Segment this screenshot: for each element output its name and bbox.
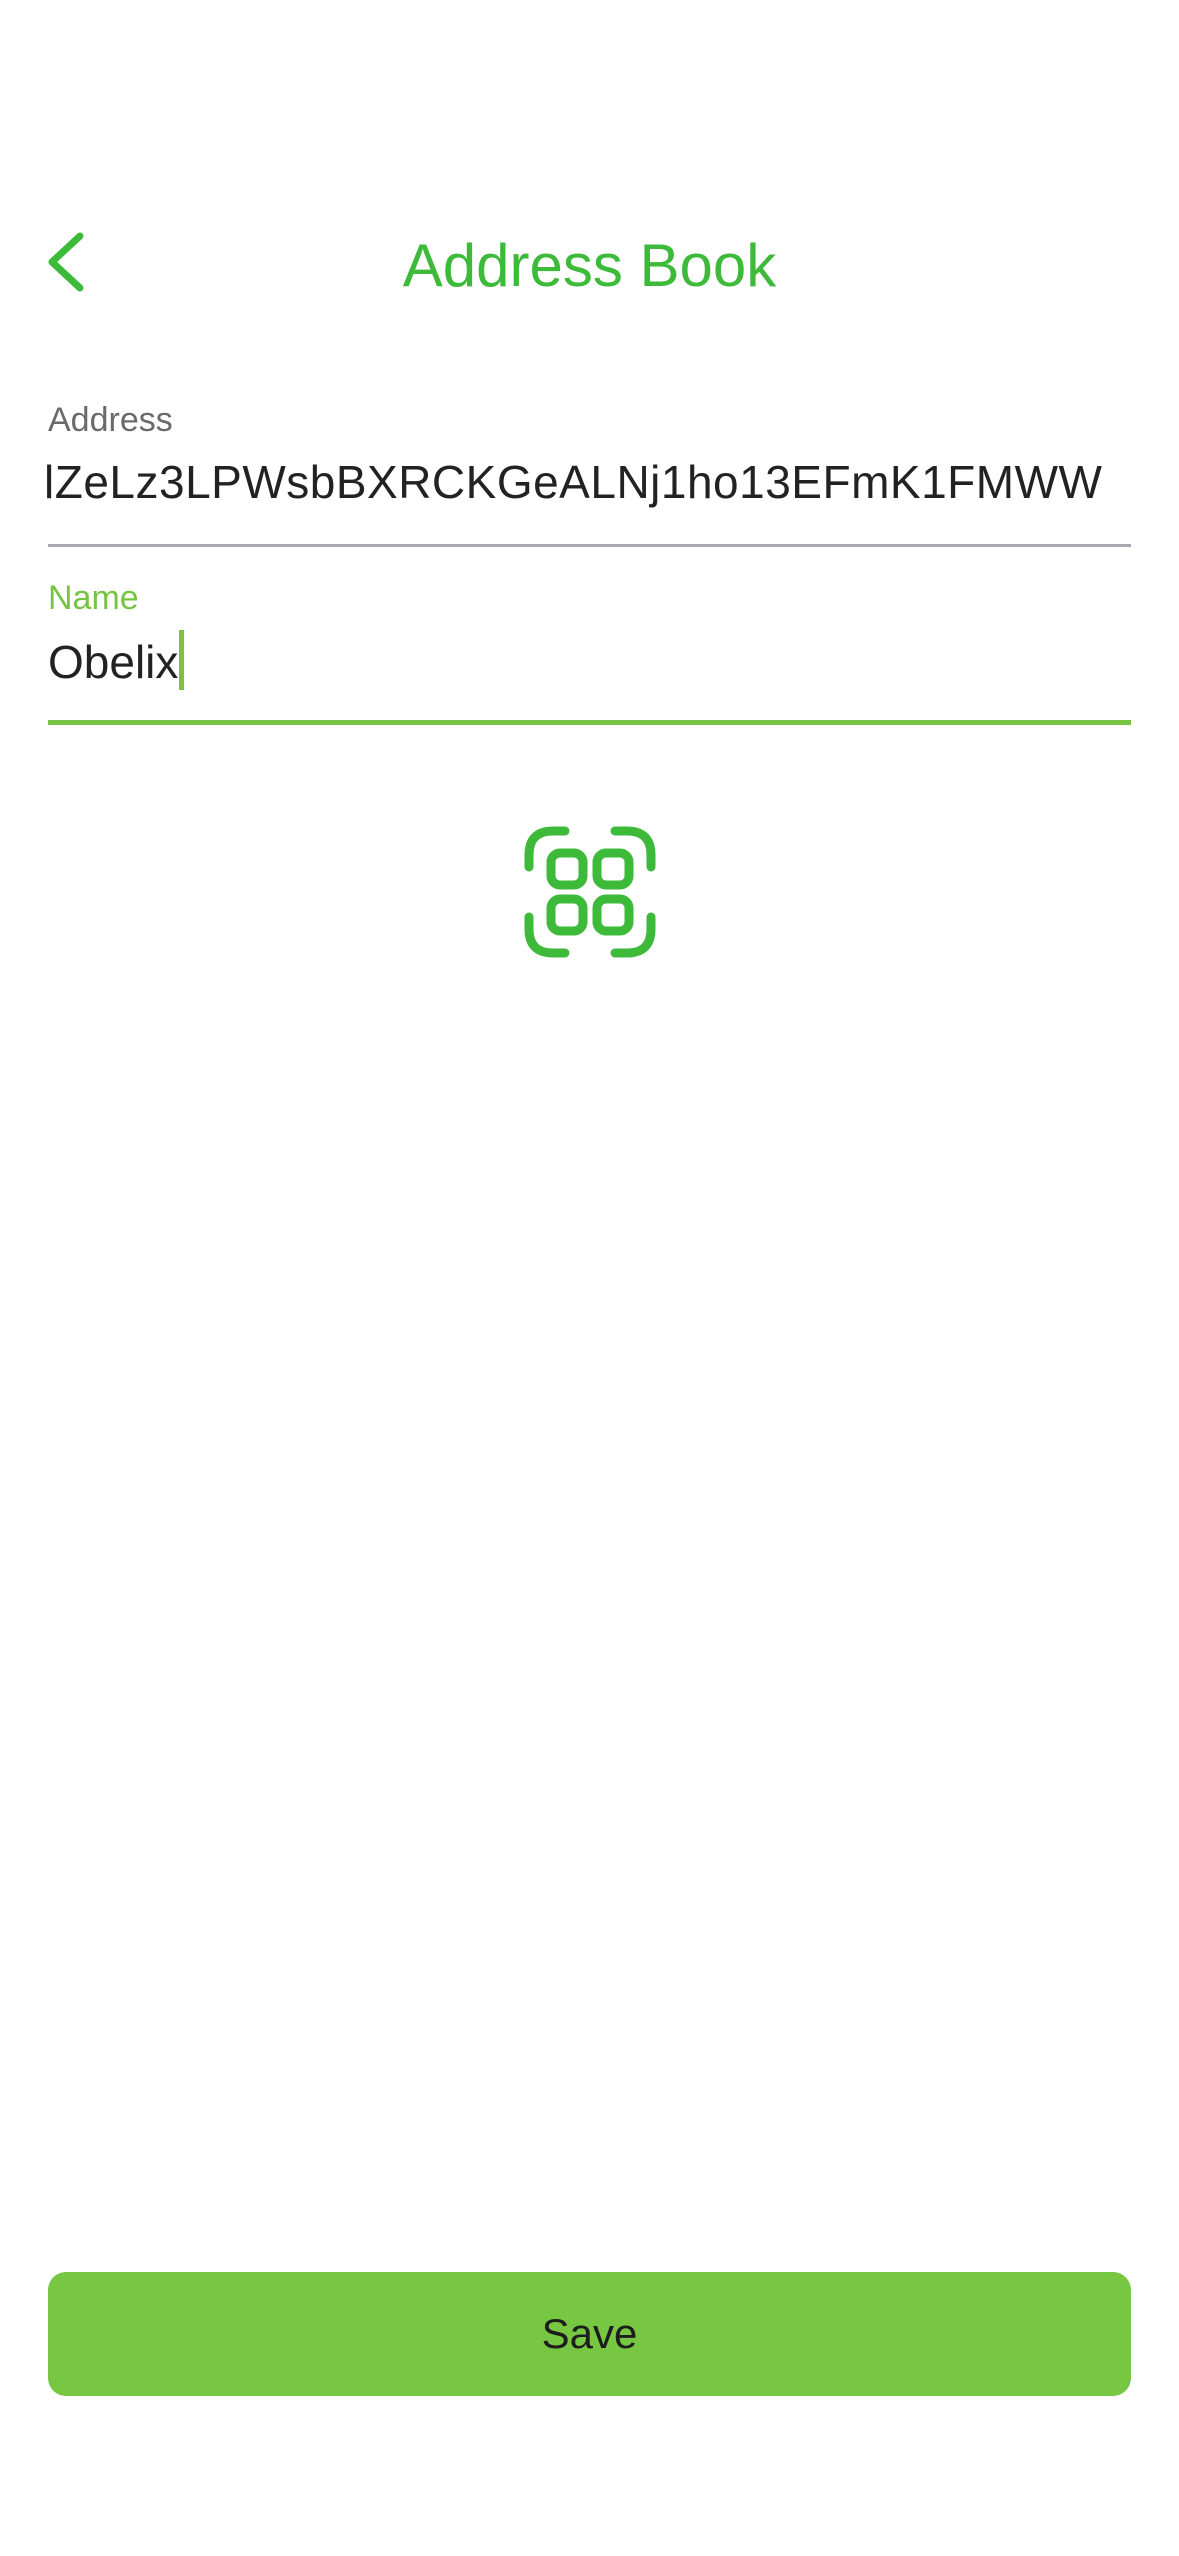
- page-title: Address Book: [402, 232, 777, 299]
- qr-scan-icon: [524, 826, 656, 958]
- address-input[interactable]: lZeLz3LPWsbBXRCKGeALNj1ho13EFmK1FMWW: [44, 454, 1131, 510]
- address-underline: [48, 544, 1131, 547]
- text-caret: [179, 630, 185, 690]
- name-input[interactable]: Obelix: [48, 630, 1131, 690]
- name-underline: [48, 720, 1131, 725]
- name-input-text: Obelix: [48, 636, 179, 688]
- address-label: Address: [48, 401, 173, 439]
- name-field[interactable]: Name Obelix: [48, 578, 1131, 728]
- header-bar: Address Book: [0, 210, 1179, 310]
- name-label: Name: [48, 579, 139, 617]
- scan-qr-button[interactable]: [523, 825, 657, 959]
- address-field[interactable]: Address lZeLz3LPWsbBXRCKGeALNj1ho13EFmK1…: [44, 400, 1131, 550]
- save-button[interactable]: Save: [48, 2272, 1131, 2396]
